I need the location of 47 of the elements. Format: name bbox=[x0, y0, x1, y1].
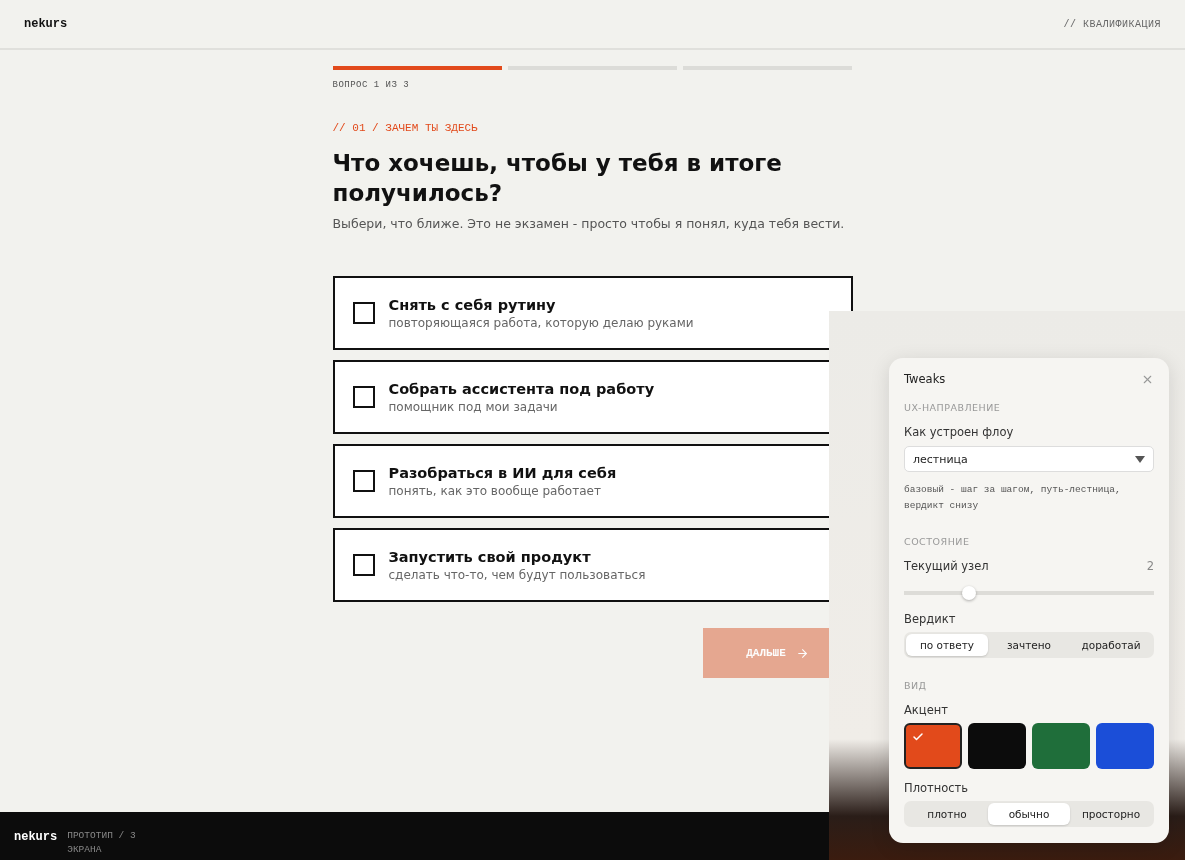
checkbox[interactable] bbox=[352, 302, 375, 324]
field-label: Плотность bbox=[904, 781, 970, 795]
option-hint: помощник под мои задачи bbox=[388, 399, 559, 414]
slider-label: Текущий узел bbox=[904, 559, 989, 573]
question-eyebrow: // 01 / ЗАЧЕМ ТЫ ЗДЕСЬ bbox=[332, 122, 479, 134]
field-label: Акцент bbox=[904, 703, 949, 717]
progress-label: ВОПРОС 1 ИЗ 3 bbox=[332, 80, 411, 90]
logo: nekurs bbox=[24, 17, 68, 31]
answer-option[interactable]: Снять с себя рутину повторяющаяся работа, которую делаю руками bbox=[332, 276, 853, 350]
color-swatch[interactable] bbox=[904, 723, 962, 769]
segment-option[interactable]: плотно bbox=[906, 803, 988, 825]
question-title: Что хочешь, чтобы у тебя в итоге получилось? bbox=[332, 149, 783, 208]
color-swatch[interactable] bbox=[968, 723, 1026, 769]
slider-thumb[interactable] bbox=[962, 586, 976, 600]
option-title: Снять с себя рутину bbox=[388, 296, 557, 313]
color-swatch[interactable] bbox=[1096, 723, 1154, 769]
footer-logo: nekurs bbox=[14, 830, 58, 844]
flow-select[interactable]: лестница bbox=[904, 446, 1154, 472]
segment-option[interactable]: зачтено bbox=[988, 634, 1070, 656]
segment-option[interactable]: по ответу bbox=[906, 634, 988, 656]
checkbox[interactable] bbox=[352, 386, 375, 408]
segment-option[interactable]: доработай bbox=[1070, 634, 1152, 656]
field-label: Вердикт bbox=[904, 612, 957, 626]
option-hint: сделать что-то, чем будут пользоваться bbox=[388, 567, 646, 582]
checkbox[interactable] bbox=[352, 470, 375, 492]
question-subtitle: Выбери, что ближе. Это не экзамен - просто чтобы я понял, куда тебя вести. bbox=[332, 216, 846, 231]
field-label: Как устроен флоу bbox=[904, 425, 1015, 439]
section-heading: UX-НАПРАВЛЕНИЕ bbox=[904, 402, 1002, 413]
section-heading: СОСТОЯНИЕ bbox=[904, 536, 971, 547]
segment-option[interactable]: просторно bbox=[1070, 803, 1152, 825]
select-note: базовый - шаг за шагом, путь-лестница, вердикт снизу bbox=[904, 483, 1122, 513]
option-title: Разобраться в ИИ для себя bbox=[388, 464, 617, 481]
footer-caption: ПРОТОТИП / 3 ЭКРАНА bbox=[67, 829, 137, 857]
arrow-right-icon bbox=[795, 646, 809, 660]
option-title: Собрать ассистента под работу bbox=[388, 380, 655, 397]
segment-option[interactable]: обычно bbox=[988, 803, 1070, 825]
caret-icon bbox=[1135, 455, 1145, 463]
slider-value: 2 bbox=[1146, 559, 1154, 573]
check-icon bbox=[912, 731, 924, 743]
panel-title: Tweaks bbox=[904, 372, 946, 386]
section-heading: ВИД bbox=[904, 680, 928, 691]
color-swatch[interactable] bbox=[1032, 723, 1090, 769]
section-label: // КВАЛИФИКАЦИЯ bbox=[1063, 18, 1161, 30]
option-hint: повторяющаяся работа, которую делаю руками bbox=[388, 315, 694, 330]
checkbox[interactable] bbox=[352, 554, 375, 576]
option-title: Запустить свой продукт bbox=[388, 548, 592, 565]
option-hint: понять, как это вообще работает bbox=[388, 483, 602, 498]
